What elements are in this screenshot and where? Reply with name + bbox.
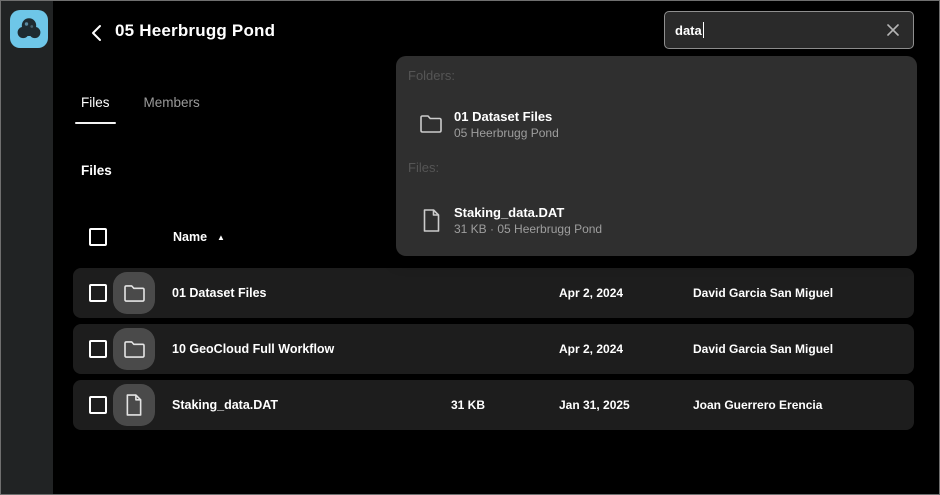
search-result-file[interactable]: Staking_data.DAT 31 KB · 05 Heerbrugg Po… [396,194,917,246]
file-name: Staking_data.DAT [172,398,451,412]
file-owner: David Garcia San Miguel [693,286,898,300]
select-all-checkbox[interactable] [89,228,107,246]
clear-search-button[interactable] [883,20,903,40]
search-results-dropdown: Folders: 01 Dataset Files 05 Heerbrugg P… [396,56,917,256]
file-owner: David Garcia San Miguel [693,342,898,356]
folder-icon [418,114,444,134]
result-subtitle: 31 KB · 05 Heerbrugg Pond [454,221,602,237]
search-value: data [675,23,702,38]
sidebar [1,1,54,494]
file-name: 10 GeoCloud Full Workflow [172,342,451,356]
folder-icon [113,272,155,314]
files-section-label: Files: [408,160,439,175]
page-title: 05 Heerbrugg Pond [115,21,275,41]
file-date: Apr 2, 2024 [559,342,693,356]
file-date: Apr 2, 2024 [559,286,693,300]
table-row[interactable]: 01 Dataset Files Apr 2, 2024 David Garci… [73,268,914,318]
file-icon [418,208,444,233]
back-button[interactable] [85,22,107,44]
file-owner: Joan Guerrero Erencia [693,398,898,412]
column-header-name[interactable]: Name ▲ [173,230,225,244]
file-list: 01 Dataset Files Apr 2, 2024 David Garci… [73,268,914,436]
geocloud-logo-icon[interactable] [10,10,48,48]
folder-icon [113,328,155,370]
files-section-title: Files [81,163,112,178]
row-checkbox[interactable] [89,340,107,358]
close-icon [886,23,900,37]
text-caret [703,22,705,38]
row-checkbox[interactable] [89,284,107,302]
file-icon [113,384,155,426]
app-window: 05 Heerbrugg Pond data Folders: 01 Datas… [0,0,940,495]
tab-files[interactable]: Files [75,89,116,124]
folders-section-label: Folders: [408,68,455,83]
tab-members[interactable]: Members [138,89,206,124]
table-row[interactable]: 10 GeoCloud Full Workflow Apr 2, 2024 Da… [73,324,914,374]
tab-bar: Files Members [75,89,228,124]
search-input[interactable]: data [664,11,914,49]
search-result-folder[interactable]: 01 Dataset Files 05 Heerbrugg Pond [396,98,917,150]
row-checkbox[interactable] [89,396,107,414]
file-date: Jan 31, 2025 [559,398,693,412]
file-size: 31 KB [451,398,559,412]
table-row[interactable]: Staking_data.DAT 31 KB Jan 31, 2025 Joan… [73,380,914,430]
result-subtitle: 05 Heerbrugg Pond [454,125,559,141]
result-title: 01 Dataset Files [454,108,559,125]
sort-ascending-icon: ▲ [217,233,225,242]
file-name: 01 Dataset Files [172,286,451,300]
result-title: Staking_data.DAT [454,204,602,221]
chevron-left-icon [90,24,102,42]
